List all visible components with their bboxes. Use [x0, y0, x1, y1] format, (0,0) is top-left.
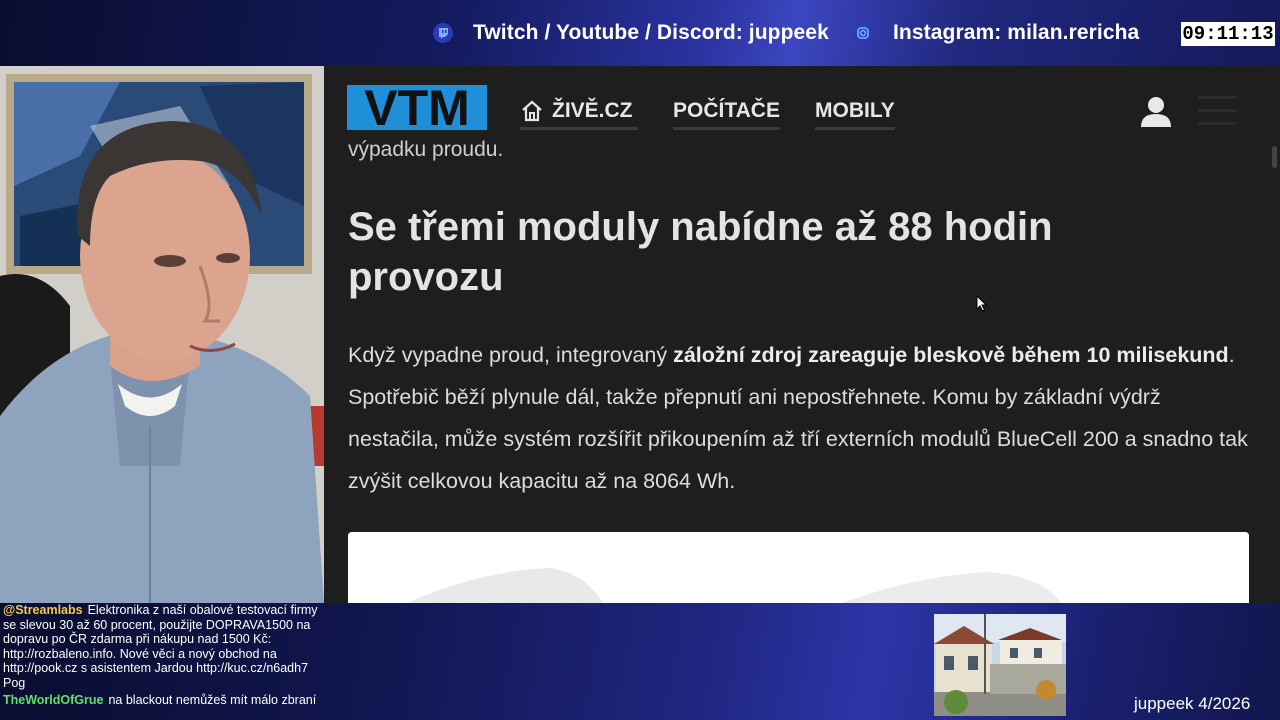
social-instagram-text: Instagram: milan.rericha [893, 21, 1140, 44]
social-twitch: Twitch / Youtube / Discord: juppeek [433, 18, 829, 48]
street-camera-thumbnail [934, 614, 1066, 716]
vtm-logo-text: VTM [364, 85, 470, 130]
paragraph-bold-text: záložní zdroj zareaguje bleskově během 1… [673, 343, 1229, 367]
nav-link-pocitace[interactable]: POČÍTAČE [673, 96, 780, 130]
twitch-icon [433, 23, 453, 43]
street-camera-image [934, 614, 1066, 716]
nav-link-pocitace-label: POČÍTAČE [673, 98, 780, 122]
hamburger-menu-icon[interactable] [1198, 96, 1236, 126]
social-twitch-text: Twitch / Youtube / Discord: juppeek [473, 21, 829, 44]
home-icon [522, 100, 542, 121]
previous-paragraph-tail: výpadku proudu. [348, 138, 504, 161]
bottom-overlay-bar: @Streamlabs Elektronika z naší obalové te… [0, 603, 1280, 720]
webcam-feed [0, 66, 324, 603]
nav-link-zive[interactable]: ŽIVĚ.CZ [520, 96, 638, 130]
top-overlay-bar: Twitch / Youtube / Discord: juppeek Inst… [0, 0, 1280, 66]
product-image [348, 532, 1249, 603]
chat-username: TheWorldOfGrue [3, 693, 104, 707]
nav-link-mobily[interactable]: MOBILY [815, 96, 895, 130]
article-image [348, 532, 1249, 603]
nav-link-mobily-label: MOBILY [815, 98, 895, 122]
page-scrollbar[interactable] [1268, 66, 1280, 603]
browser-viewport: VTM ŽIVĚ.CZ POČÍTAČE MOBILY výpadku prou… [324, 66, 1280, 603]
stream-frame: Twitch / Youtube / Discord: juppeek Inst… [0, 0, 1280, 720]
stream-clock: 09:11:13 [1181, 22, 1275, 46]
article-heading: Se třemi moduly nabídne až 88 hodin prov… [348, 205, 1053, 299]
chat-message: @Streamlabs Elektronika z naší obalové te… [3, 603, 325, 690]
nav-link-zive-label: ŽIVĚ.CZ [552, 98, 633, 122]
social-instagram: Instagram: milan.rericha [853, 18, 1139, 48]
webcam-image [0, 66, 324, 603]
paragraph-text-1: Když vypadne proud, integrovaný [348, 343, 674, 367]
chat-message: TheWorldOfGrue na blackout nemůžeš mít má… [3, 693, 325, 708]
article-paragraph: Když vypadne proud, integrovaný záložní … [348, 334, 1248, 502]
instagram-icon [853, 23, 873, 43]
scrollbar-thumb[interactable] [1272, 146, 1277, 168]
vtm-logo[interactable]: VTM [347, 85, 487, 130]
chat-text: na blackout nemůžeš mít málo zbraní [108, 693, 317, 707]
channel-tag: juppeek 4/2026 [1134, 694, 1251, 713]
chat-panel: @Streamlabs Elektronika z naší obalové te… [3, 603, 325, 711]
user-account-icon[interactable] [1139, 94, 1173, 128]
chat-username: @Streamlabs [3, 603, 83, 617]
mouse-cursor-icon [976, 295, 988, 312]
